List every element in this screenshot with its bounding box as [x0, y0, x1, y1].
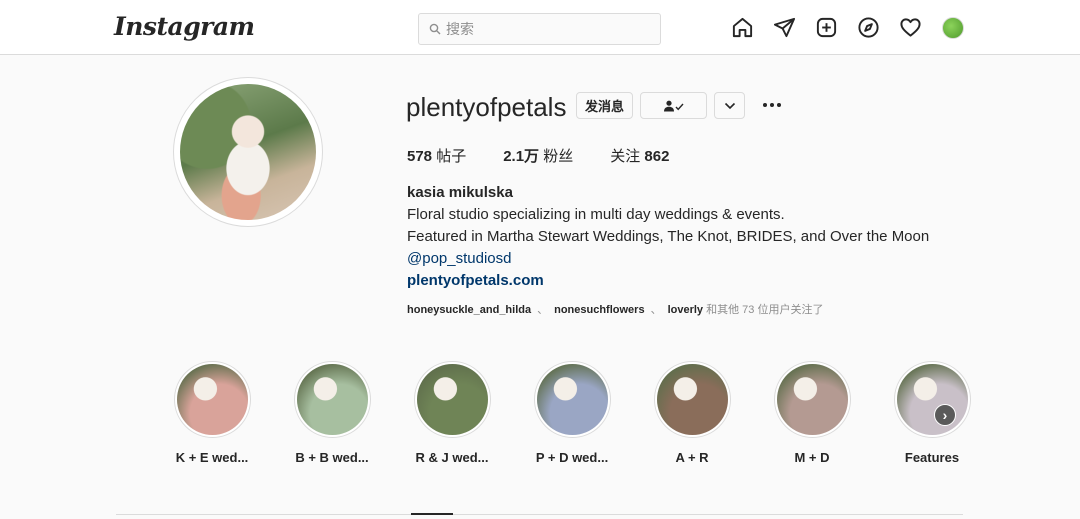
active-tab-indicator — [411, 513, 453, 515]
highlight-label: K + E wed... — [175, 450, 249, 465]
profile-photo — [180, 84, 316, 220]
highlight-cover — [656, 364, 728, 435]
mention-link[interactable]: @pop_studiosd — [407, 248, 929, 270]
chevron-right-icon[interactable]: › — [934, 404, 956, 426]
bio-line: Floral studio specializing in multi day … — [407, 206, 785, 223]
highlight-item[interactable]: A + R — [632, 361, 752, 465]
highlight-label: R & J wed... — [415, 450, 489, 465]
profile-avatar-large[interactable] — [173, 77, 323, 227]
more-options-icon[interactable] — [760, 96, 784, 114]
highlight-item[interactable]: R & J wed... — [392, 361, 512, 465]
highlight-cover — [176, 364, 248, 435]
full-name: kasia mikulska — [407, 184, 513, 201]
website-link[interactable]: plentyofpetals.com — [407, 270, 929, 292]
highlight-label: M + D — [794, 450, 830, 465]
highlight-label: P + D wed... — [535, 450, 609, 465]
highlight-cover — [416, 364, 488, 435]
instagram-logo[interactable]: Instagram — [114, 12, 255, 41]
search-box[interactable] — [418, 13, 661, 45]
highlight-cover — [296, 364, 368, 435]
highlight-cover — [896, 364, 968, 435]
highlight-cover — [536, 364, 608, 435]
nav-icons — [731, 16, 964, 39]
top-nav-bar: Instagram — [0, 0, 1080, 55]
home-icon[interactable] — [731, 16, 754, 39]
user-check-icon — [663, 100, 684, 111]
search-icon — [429, 23, 441, 35]
explore-icon[interactable] — [857, 16, 880, 39]
profile-username: plentyofpetals — [406, 92, 567, 122]
suggested-dropdown-button[interactable] — [714, 92, 745, 119]
chevron-down-icon — [724, 102, 735, 109]
activity-heart-icon[interactable] — [899, 16, 922, 39]
story-highlights: K + E wed... B + B wed... R & J wed... P… — [152, 361, 992, 465]
highlight-item[interactable]: B + B wed... — [272, 361, 392, 465]
highlight-label: A + R — [675, 450, 709, 465]
profile-bio: kasia mikulska Floral studio specializin… — [407, 182, 929, 292]
followed-by[interactable]: honeysuckle_and_hilda、 nonesuchflowers、 lo… — [407, 301, 823, 317]
highlight-label: B + B wed... — [295, 450, 369, 465]
posts-count: 578 帖子 — [407, 148, 467, 165]
following-button[interactable] — [640, 92, 707, 119]
new-post-icon[interactable] — [815, 16, 838, 39]
highlight-item[interactable]: K + E wed... — [152, 361, 272, 465]
highlight-item[interactable]: Features — [872, 361, 992, 465]
profile-stats: 578 帖子 2.1万 粉丝 关注 862 — [407, 145, 706, 166]
highlight-cover — [776, 364, 848, 435]
profile-avatar[interactable] — [941, 16, 964, 39]
bio-line: Featured in Martha Stewart Weddings, The… — [407, 228, 930, 245]
avatar — [941, 16, 964, 39]
highlight-item[interactable]: M + D — [752, 361, 872, 465]
highlight-item[interactable]: P + D wed... — [512, 361, 632, 465]
followers-count[interactable]: 2.1万 粉丝 — [503, 145, 573, 166]
following-count[interactable]: 关注 862 — [610, 145, 669, 166]
search-input[interactable] — [446, 21, 636, 37]
message-button[interactable]: 发消息 — [576, 92, 633, 119]
direct-icon[interactable] — [773, 16, 796, 39]
highlight-label: Features — [904, 450, 960, 465]
tab-divider — [116, 514, 963, 515]
